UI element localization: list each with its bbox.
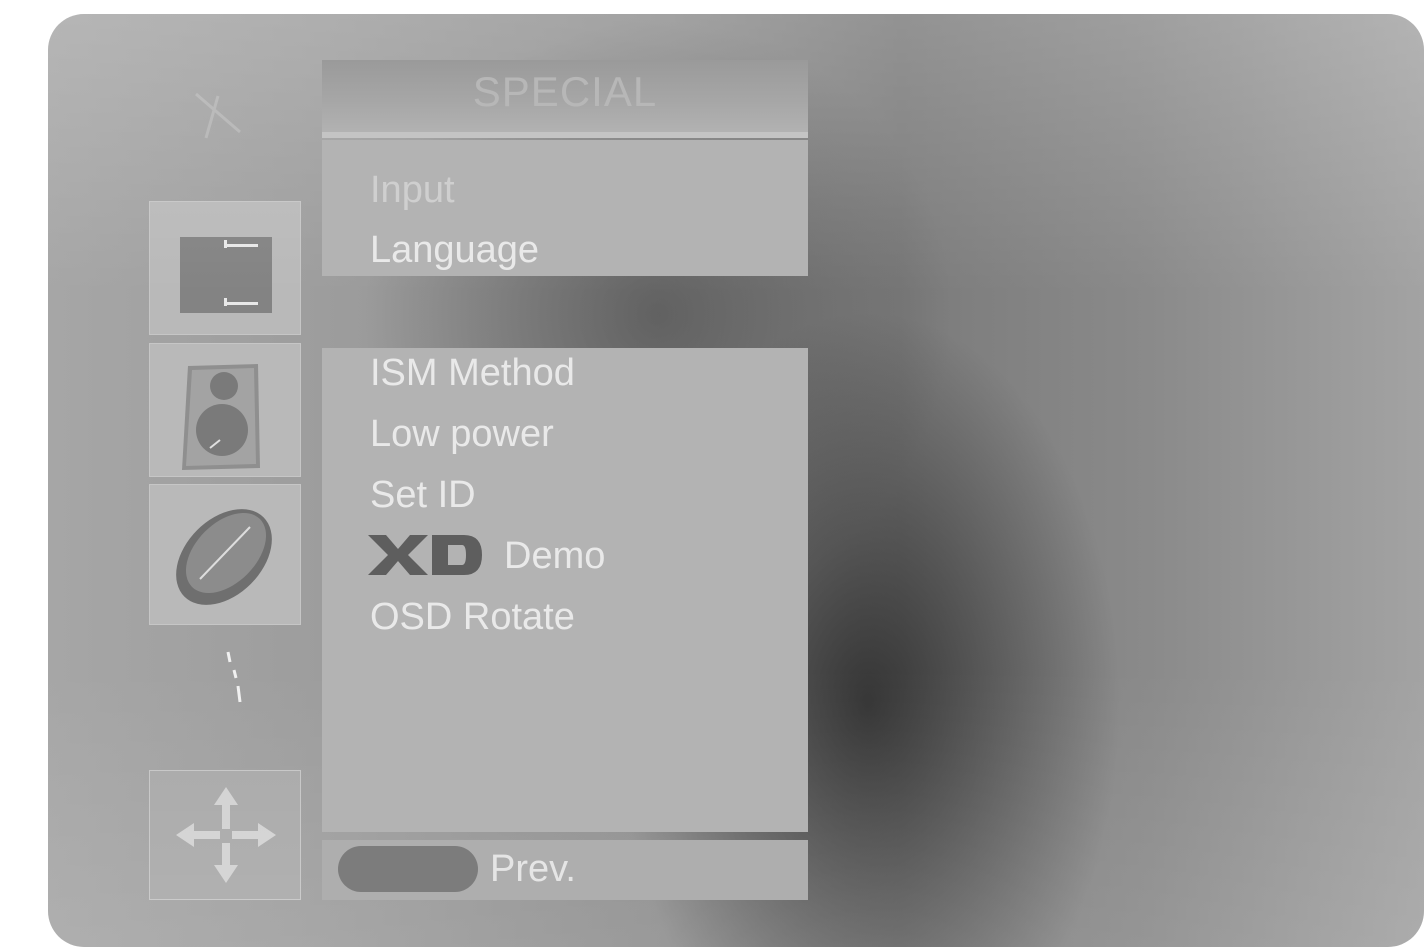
picture-menu-tile[interactable] [149,201,301,335]
menu-item-language[interactable]: Language [370,228,539,272]
menu-item-xd-demo-label: Demo [504,535,606,577]
speaker-icon [182,364,260,470]
menu-item-xd-demo[interactable]: Demo [366,534,605,578]
prev-button-label: Prev. [490,848,576,890]
xd-logo-icon [368,534,482,575]
menu-main-block: ISM Method Low power Set ID Demo OSD Rot… [322,348,808,832]
prev-button[interactable] [338,846,478,892]
menu-item-set-id[interactable]: Set ID [370,473,476,517]
menu-footer: Prev. [322,840,808,900]
menu-top-block: Input Language [322,140,808,276]
menu-header: SPECIAL [322,60,808,138]
menu-item-osd-rotate[interactable]: OSD Rotate [370,595,575,639]
menu-item-low-power[interactable]: Low power [370,412,554,456]
navigation-tile [149,770,301,900]
sound-menu-tile[interactable] [149,343,301,477]
move-arrows-icon [176,787,276,883]
menu-mark-icon [195,92,241,139]
menu-title: SPECIAL [472,68,658,115]
time-menu-tile[interactable] [149,484,301,625]
special-menu-marker-icon [226,651,242,703]
menu-item-ism-method[interactable]: ISM Method [370,351,575,395]
screen-icon [180,237,272,313]
disc-icon [176,509,272,605]
menu-item-input[interactable]: Input [370,168,455,212]
